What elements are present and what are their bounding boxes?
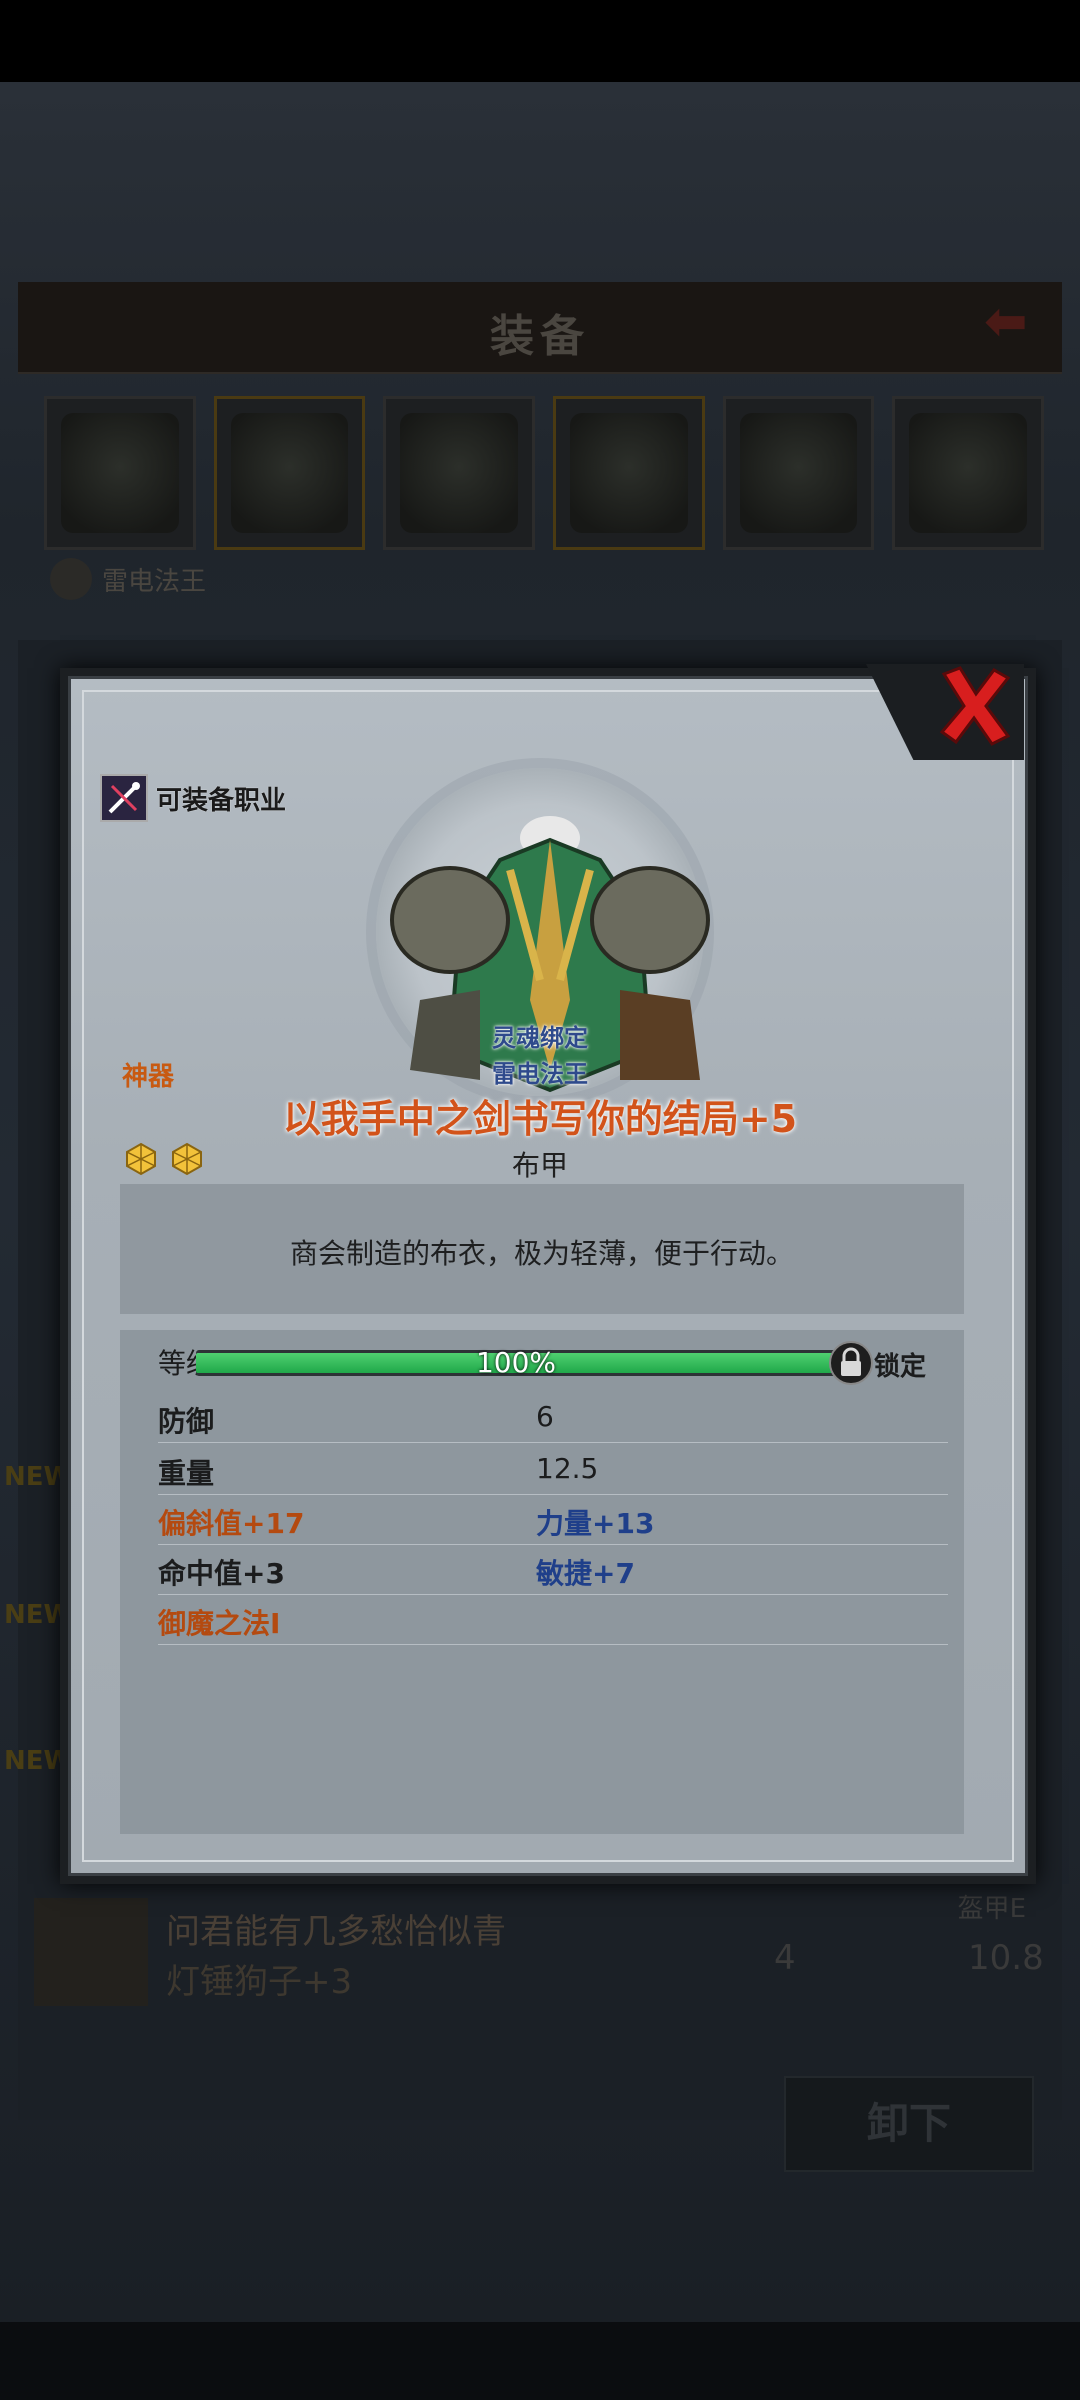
stat-bonus: 力量+13	[536, 1507, 655, 1540]
stat-name: 重量	[158, 1457, 215, 1490]
slot-legs[interactable]	[722, 396, 875, 550]
slot-armor[interactable]	[553, 396, 705, 550]
stat-bonus: 命中值+3	[158, 1557, 285, 1590]
hero-selector[interactable]: 雷电法王	[50, 556, 206, 602]
stat-value: 12.5	[536, 1452, 599, 1485]
item-thumbnail	[34, 1898, 148, 2006]
status-bar	[0, 0, 1080, 82]
avatar	[50, 558, 92, 600]
helmet-icon	[400, 413, 519, 533]
slot-accessory[interactable]	[213, 396, 366, 550]
back-arrow-icon[interactable]: ⬅	[984, 292, 1054, 352]
lock-icon[interactable]	[828, 1340, 874, 1386]
stat-row-defense: 防御 6	[158, 1392, 948, 1443]
list-item-value-a: 4	[774, 1938, 796, 1978]
armor-icon	[570, 413, 688, 533]
eye-icon	[230, 413, 349, 533]
stat-row-bonus: 命中值+3 敏捷+7	[158, 1544, 948, 1595]
slot-weapon[interactable]	[44, 396, 196, 550]
hero-name: 雷电法王	[102, 566, 207, 597]
equippable-class[interactable]: 可装备职业	[100, 774, 286, 822]
stat-bonus: 敏捷+7	[536, 1557, 635, 1590]
enchant-name: 御魔之法Ⅰ	[158, 1607, 281, 1640]
stat-name: 防御	[158, 1405, 215, 1438]
unequip-button[interactable]: 卸下	[784, 2076, 1034, 2172]
class-icon	[100, 774, 148, 822]
class-label: 可装备职业	[156, 785, 287, 816]
list-item-value-b: 10.8	[968, 1938, 1044, 1978]
level-progress-text: 100%	[475, 1346, 557, 1379]
list-item-subtitle: 灯锤狗子+3	[166, 1962, 353, 2002]
stat-bonus: 偏斜值+17	[158, 1507, 305, 1540]
lock-label[interactable]: 锁定	[874, 1346, 926, 1383]
equipment-slots	[44, 396, 1045, 550]
legs-icon	[739, 413, 858, 533]
close-icon	[939, 666, 1011, 746]
weapon-icon	[61, 413, 179, 533]
bind-status: 灵魂绑定	[492, 1024, 588, 1052]
stats-panel: 等级20/20 防御 6 重量 12.5 偏斜值+17 力量+13 命中值+3 …	[120, 1330, 964, 1834]
item-type: 布甲	[511, 1149, 568, 1182]
close-button[interactable]	[936, 664, 1014, 746]
list-item[interactable]: 问君能有几多愁恰似青 灯锤狗子+3 盔甲E 4 10.8	[34, 1894, 1044, 2010]
list-item-tag: 盔甲E	[957, 1894, 1026, 1924]
stat-row-enchant: 御魔之法Ⅰ	[158, 1594, 948, 1645]
level-progress-bar: 100%	[196, 1346, 836, 1379]
slot-amulet[interactable]	[892, 396, 1045, 550]
item-name: 以我手中之剑书写你的结局+5	[282, 1097, 798, 1141]
stat-row-bonus: 偏斜值+17 力量+13	[158, 1494, 948, 1545]
amulet-icon	[909, 413, 1028, 533]
slot-helmet[interactable]	[383, 396, 536, 550]
stat-row-weight: 重量 12.5	[158, 1444, 948, 1495]
list-item-name: 问君能有几多愁恰似青	[166, 1912, 506, 1952]
stat-value: 6	[536, 1400, 554, 1433]
item-description: 商会制造的布衣，极为轻薄，便于行动。	[289, 1237, 794, 1270]
equipment-title: 装备	[490, 311, 590, 362]
